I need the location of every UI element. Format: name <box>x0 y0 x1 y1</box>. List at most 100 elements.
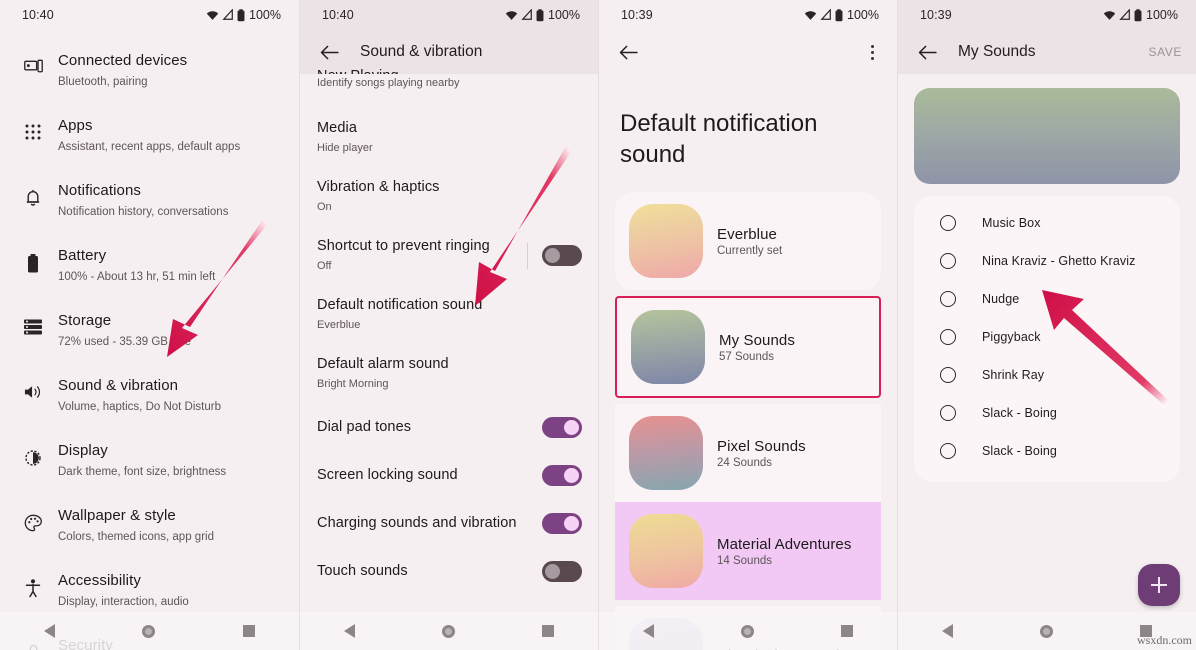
nav-home-icon[interactable] <box>1039 624 1053 638</box>
status-icons: 100% <box>505 8 580 22</box>
sound-item-subtitle: Off <box>317 260 332 272</box>
battery-percent: 100% <box>1146 8 1178 22</box>
save-button[interactable]: SAVE <box>1148 45 1182 59</box>
settings-item-notifications[interactable]: Notifications Notification history, conv… <box>0 168 299 233</box>
sound-item-title: Now Playing <box>317 66 582 74</box>
battery-icon <box>237 8 245 21</box>
add-sound-fab[interactable] <box>1138 564 1180 606</box>
settings-item-sound-vibration[interactable]: Sound & vibration Volume, haptics, Do No… <box>0 363 299 428</box>
watermark: wsxdn.com <box>1137 633 1192 647</box>
radio-button[interactable] <box>940 291 956 307</box>
settings-item-subtitle: Display, interaction, audio <box>58 596 189 608</box>
brightness-icon <box>16 440 50 467</box>
list-item[interactable]: Piggyback <box>914 318 1180 356</box>
sound-card-subtitle: 14 Sounds <box>717 554 772 567</box>
toggle-touch-sounds[interactable] <box>542 560 582 582</box>
sound-item-title: Charging sounds and vibration <box>317 514 517 531</box>
back-arrow-icon[interactable] <box>914 39 940 65</box>
sound-card-subtitle: 24 Sounds <box>717 456 772 469</box>
settings-item-subtitle: Volume, haptics, Do Not Disturb <box>58 401 221 413</box>
nav-recents-icon[interactable] <box>542 625 555 637</box>
radio-button[interactable] <box>940 329 956 345</box>
battery-percent: 100% <box>548 8 580 22</box>
settings-item-wallpaper-style[interactable]: Wallpaper & style Colors, themed icons, … <box>0 493 299 558</box>
battery-icon <box>16 245 50 273</box>
sound-item-dial-pad-tones[interactable]: Dial pad tones <box>300 403 598 451</box>
settings-item-battery[interactable]: Battery 100% - About 13 hr, 51 min left <box>0 233 299 298</box>
sound-item-media[interactable]: Media Hide player <box>300 108 598 167</box>
sound-item-subtitle: Everblue <box>317 319 361 331</box>
nav-back-icon[interactable] <box>343 624 355 638</box>
sound-card-material-adventures[interactable]: Material Adventures 14 Sounds <box>615 502 881 600</box>
toggle-screen-locking-sound[interactable] <box>542 464 582 486</box>
sound-card-everblue[interactable]: Everblue Currently set <box>615 192 881 290</box>
sound-item-title: Vibration & haptics <box>317 179 440 195</box>
sound-item-screen-locking-sound[interactable]: Screen locking sound <box>300 451 598 499</box>
nav-home-icon[interactable] <box>441 624 455 638</box>
nav-recents-icon[interactable] <box>243 625 256 637</box>
sound-item-shortcut-prevent-ringing[interactable]: Shortcut to prevent ringing Off <box>300 226 598 285</box>
battery-percent: 100% <box>249 8 281 22</box>
sound-label: Slack - Boing <box>982 444 1057 458</box>
radio-button[interactable] <box>940 405 956 421</box>
settings-item-title: Display <box>58 442 108 459</box>
radio-button[interactable] <box>940 443 956 459</box>
list-item[interactable]: Shrink Ray <box>914 356 1180 394</box>
radio-button[interactable] <box>940 215 956 231</box>
settings-item-title: Wallpaper & style <box>58 507 176 524</box>
overflow-menu-icon[interactable] <box>861 44 883 60</box>
wifi-icon <box>804 11 817 20</box>
nav-back-icon[interactable] <box>941 624 953 638</box>
toggle-charging-sounds[interactable] <box>542 512 582 534</box>
sound-card-pixel-sounds[interactable]: Pixel Sounds 24 Sounds <box>615 404 881 502</box>
nav-recents-icon[interactable] <box>841 625 854 637</box>
sound-item-touch-sounds[interactable]: Touch sounds <box>300 547 598 595</box>
list-item[interactable]: Slack - Boing <box>914 394 1180 432</box>
settings-item-storage[interactable]: Storage 72% used - 35.39 GB free <box>0 298 299 363</box>
list-item[interactable]: Music Box <box>914 204 1180 242</box>
signal-icon <box>521 9 532 20</box>
sound-label: Shrink Ray <box>982 368 1045 382</box>
list-item[interactable]: Nina Kraviz - Ghetto Kraviz <box>914 242 1180 280</box>
thumbnail-my-sounds <box>631 310 705 384</box>
navigation-bar <box>599 612 897 650</box>
nav-home-icon[interactable] <box>740 624 754 638</box>
nav-back-icon[interactable] <box>642 624 654 638</box>
navigation-bar <box>0 612 299 650</box>
sound-card-title: Material Adventures <box>717 535 852 553</box>
plus-icon <box>1151 577 1167 593</box>
sound-settings-list: Now Playing Identify songs playing nearb… <box>300 60 598 599</box>
sound-item-title: Media <box>317 120 357 136</box>
nav-home-icon[interactable] <box>142 624 156 638</box>
app-bar-title: Sound & vibration <box>360 43 483 60</box>
sound-item-default-alarm-sound[interactable]: Default alarm sound Bright Morning <box>300 344 598 403</box>
settings-item-title: Storage <box>58 312 112 329</box>
sound-item-title: Default alarm sound <box>317 356 449 372</box>
signal-icon <box>222 9 233 20</box>
nav-back-icon[interactable] <box>43 624 55 638</box>
sound-item-title: Touch sounds <box>317 562 408 579</box>
settings-list: Connected devices Bluetooth, pairing App… <box>0 30 299 650</box>
sound-item-default-notification-sound[interactable]: Default notification sound Everblue <box>300 285 598 344</box>
toggle-shortcut-prevent-ringing[interactable] <box>542 245 582 266</box>
sound-card-my-sounds[interactable]: My Sounds 57 Sounds <box>615 296 881 398</box>
wifi-icon <box>1103 11 1116 20</box>
list-item[interactable]: Nudge <box>914 280 1180 318</box>
back-arrow-icon[interactable] <box>316 39 342 65</box>
settings-item-apps[interactable]: Apps Assistant, recent apps, default app… <box>0 103 299 168</box>
toggle-dial-pad-tones[interactable] <box>542 416 582 438</box>
sound-card-title: My Sounds <box>719 331 795 349</box>
devices-icon <box>16 50 50 75</box>
settings-item-display[interactable]: Display Dark theme, font size, brightnes… <box>0 428 299 493</box>
radio-button[interactable] <box>940 253 956 269</box>
status-icons: 100% <box>804 8 879 22</box>
radio-button[interactable] <box>940 367 956 383</box>
wifi-icon <box>505 11 518 20</box>
sound-label: Nina Kraviz - Ghetto Kraviz <box>982 254 1136 268</box>
list-item[interactable]: Slack - Boing <box>914 432 1180 470</box>
sound-item-charging-sounds[interactable]: Charging sounds and vibration <box>300 499 598 547</box>
settings-item-connected-devices[interactable]: Connected devices Bluetooth, pairing <box>0 38 299 103</box>
sound-item-now-playing[interactable]: Now Playing Identify songs playing nearb… <box>300 60 598 108</box>
sound-item-vibration-haptics[interactable]: Vibration & haptics On <box>300 167 598 226</box>
back-arrow-icon[interactable] <box>615 39 641 65</box>
